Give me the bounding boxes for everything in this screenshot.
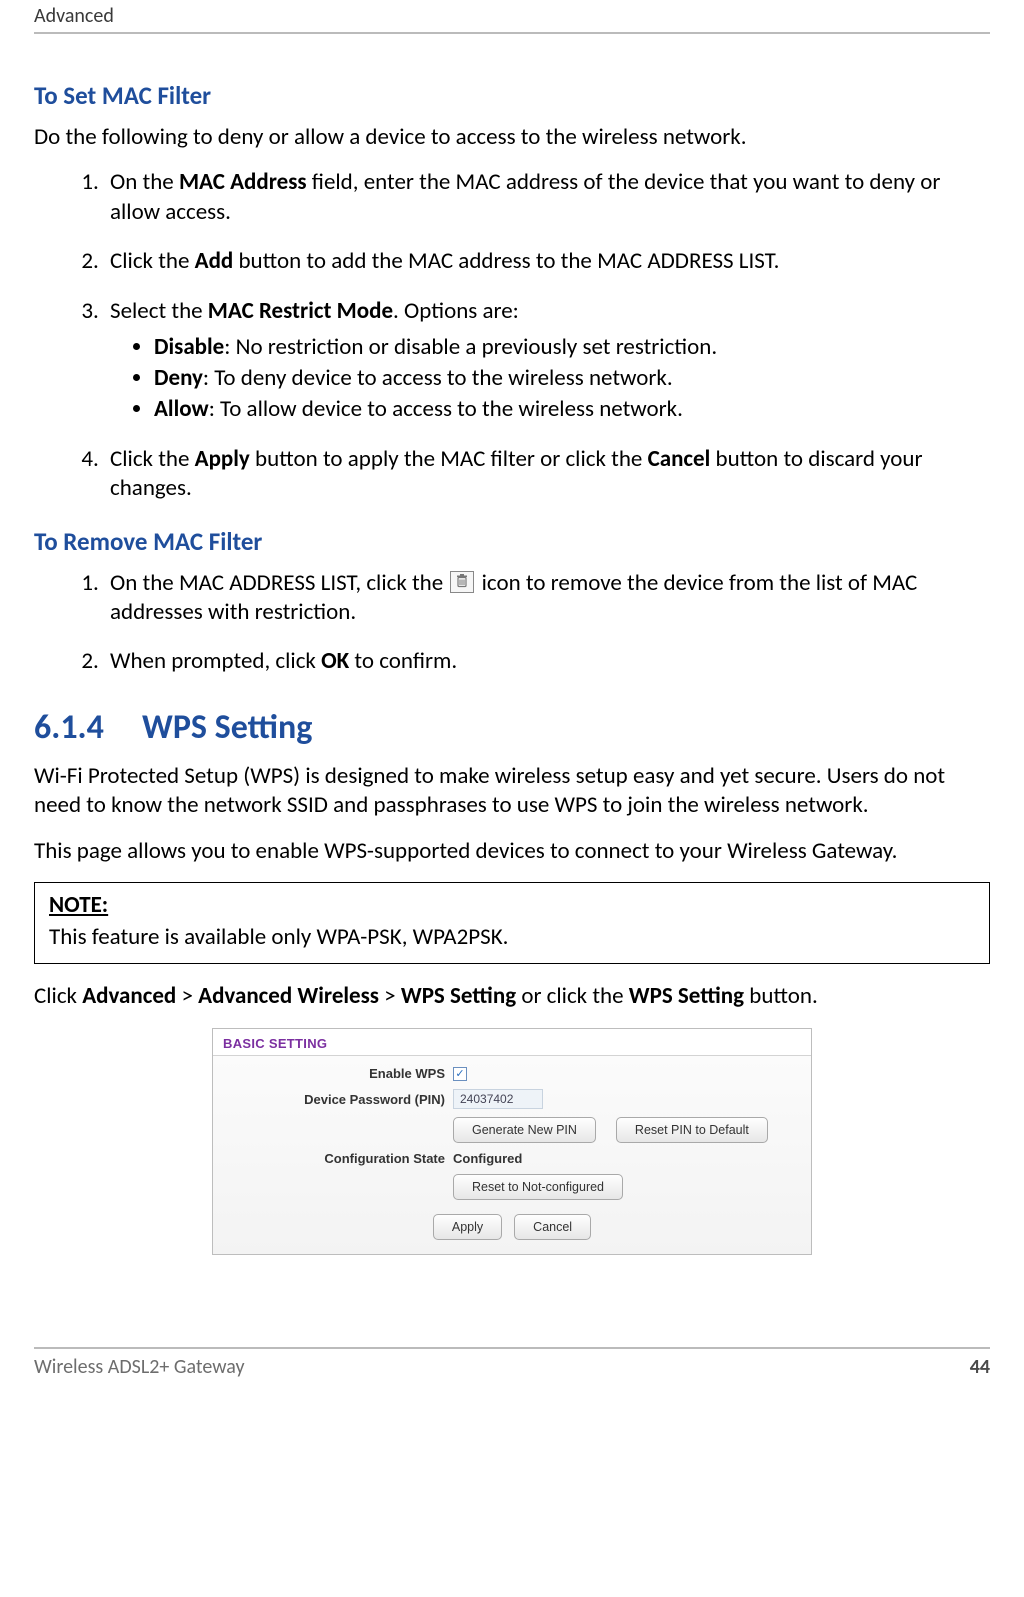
text: button to add the MAC address to the MAC… xyxy=(233,247,779,275)
note-box: NOTE: This feature is available only WPA… xyxy=(34,882,990,964)
option-allow: Allow: To allow device to access to the … xyxy=(154,394,990,425)
set-step-1: On the MAC Address field, enter the MAC … xyxy=(104,168,990,227)
footer-doc-title: Wireless ADSL2+ Gateway xyxy=(34,1355,245,1379)
section-title: WPS Setting xyxy=(142,707,312,748)
page-header: Advanced xyxy=(34,0,990,34)
panel-title: BASIC SETTING xyxy=(213,1029,811,1056)
text: to confirm. xyxy=(349,647,457,675)
bold: Deny xyxy=(154,364,203,392)
text: : To allow device to access to the wirel… xyxy=(209,395,683,423)
set-intro: Do the following to deny or allow a devi… xyxy=(34,123,990,152)
options-list: Disable: No restriction or disable a pre… xyxy=(110,332,990,424)
bold: WPS Setting xyxy=(629,982,744,1010)
bold: MAC Restrict Mode xyxy=(208,297,393,325)
config-state-value: Configured xyxy=(453,1151,522,1166)
device-pin-value: 24037402 xyxy=(453,1089,543,1109)
text: On the MAC ADDRESS LIST, click the xyxy=(110,569,448,597)
set-step-4: Click the Apply button to apply the MAC … xyxy=(104,445,990,504)
bold: Advanced xyxy=(82,982,176,1010)
wps-para-1: Wi-Fi Protected Setup (WPS) is designed … xyxy=(34,762,990,821)
heading-remove-mac-filter: To Remove MAC Filter xyxy=(34,526,990,557)
wps-nav-path: Click Advanced > Advanced Wireless > WPS… xyxy=(34,982,990,1011)
config-state-label: Configuration State xyxy=(223,1151,453,1166)
bold: Apply xyxy=(195,445,250,473)
wps-para-2: This page allows you to enable WPS-suppo… xyxy=(34,837,990,866)
set-step-2: Click the Add button to add the MAC addr… xyxy=(104,247,990,276)
text: > xyxy=(379,982,401,1010)
remove-step-1: On the MAC ADDRESS LIST, click the icon … xyxy=(104,569,990,628)
option-disable: Disable: No restriction or disable a pre… xyxy=(154,332,990,363)
set-steps: On the MAC Address field, enter the MAC … xyxy=(34,168,990,503)
text: > xyxy=(176,982,198,1010)
text: : To deny device to access to the wirele… xyxy=(203,364,673,392)
text: When prompted, click xyxy=(110,647,321,675)
text: : No restriction or disable a previously… xyxy=(224,333,717,361)
set-step-3: Select the MAC Restrict Mode. Options ar… xyxy=(104,297,990,425)
reset-not-configured-button[interactable]: Reset to Not-configured xyxy=(453,1174,623,1200)
text: Click the xyxy=(110,247,195,275)
bold: WPS Setting xyxy=(401,982,516,1010)
remove-steps: On the MAC ADDRESS LIST, click the icon … xyxy=(34,569,990,677)
text: . Options are: xyxy=(393,297,519,325)
bold: MAC Address xyxy=(179,168,307,196)
cancel-button[interactable]: Cancel xyxy=(514,1214,591,1240)
generate-new-pin-button[interactable]: Generate New PIN xyxy=(453,1117,596,1143)
bold: OK xyxy=(321,647,349,675)
section-number: 6.1.4 xyxy=(34,707,142,748)
trash-icon xyxy=(450,571,474,593)
bold: Advanced Wireless xyxy=(198,982,379,1010)
apply-button[interactable]: Apply xyxy=(433,1214,502,1240)
text: Click xyxy=(34,982,82,1010)
text: Click the xyxy=(110,445,195,473)
enable-wps-checkbox[interactable]: ✓ xyxy=(453,1067,467,1081)
remove-step-2: When prompted, click OK to confirm. xyxy=(104,647,990,676)
bold: Disable xyxy=(154,333,224,361)
option-deny: Deny: To deny device to access to the wi… xyxy=(154,363,990,394)
bold: Add xyxy=(195,247,234,275)
bold: Cancel xyxy=(648,445,711,473)
reset-pin-default-button[interactable]: Reset PIN to Default xyxy=(616,1117,768,1143)
note-text: This feature is available only WPA-PSK, … xyxy=(49,923,975,951)
device-pin-label: Device Password (PIN) xyxy=(223,1092,453,1107)
text: or click the xyxy=(516,982,629,1010)
wps-panel-screenshot: BASIC SETTING Enable WPS ✓ Device Passwo… xyxy=(212,1028,812,1256)
enable-wps-label: Enable WPS xyxy=(223,1066,453,1081)
page-footer: Wireless ADSL2+ Gateway 44 xyxy=(34,1347,990,1393)
note-label: NOTE: xyxy=(49,891,975,919)
text: On the xyxy=(110,168,179,196)
footer-page-number: 44 xyxy=(970,1355,990,1379)
heading-wps-setting: 6.1.4WPS Setting xyxy=(34,707,990,748)
heading-set-mac-filter: To Set MAC Filter xyxy=(34,80,990,111)
bold: Allow xyxy=(154,395,209,423)
text: button. xyxy=(744,982,818,1010)
text: button to apply the MAC filter or click … xyxy=(250,445,648,473)
text: Select the xyxy=(110,297,208,325)
